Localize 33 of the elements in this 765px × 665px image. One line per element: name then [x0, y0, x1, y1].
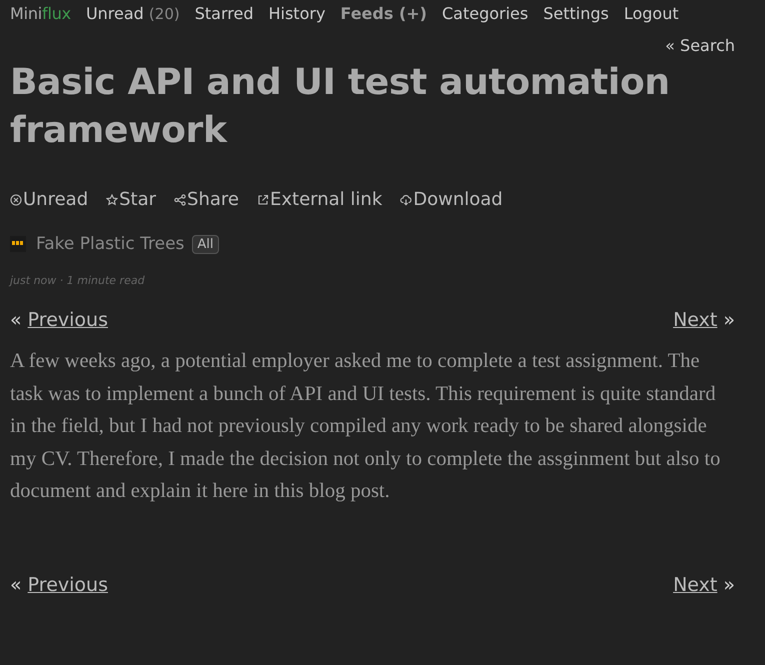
entry-action-link[interactable]: Unread: [10, 189, 88, 210]
nav-link[interactable]: Categories: [442, 4, 528, 22]
nav-link[interactable]: Logout: [624, 4, 679, 22]
next-link[interactable]: Next: [673, 574, 718, 596]
star-icon: [106, 194, 118, 206]
search-link[interactable]: « Search: [665, 36, 735, 55]
previous-link[interactable]: Previous: [28, 574, 108, 596]
entry-action-link[interactable]: External link: [257, 189, 382, 210]
nav-link[interactable]: History: [268, 4, 326, 22]
nav-link[interactable]: Feeds (+): [340, 4, 427, 22]
next-arrow: »: [723, 309, 735, 331]
feed-icon: [10, 236, 26, 252]
entry-action-link[interactable]: Download: [400, 189, 503, 210]
previous-arrow: «: [10, 309, 22, 331]
entry-action-link[interactable]: Star: [106, 189, 156, 210]
next-arrow: »: [723, 574, 735, 596]
share-icon: [174, 194, 186, 206]
next-link[interactable]: Next: [673, 309, 718, 331]
previous-arrow: «: [10, 574, 22, 596]
entry-title: Basic API and UI test automation framework: [10, 61, 671, 153]
entry-action-link[interactable]: Share: [174, 189, 239, 210]
nav-link[interactable]: Unread (20): [86, 4, 180, 22]
nav-link[interactable]: Starred: [194, 4, 254, 22]
nav-link[interactable]: Settings: [543, 4, 609, 22]
external-link-icon: [257, 194, 269, 206]
category-tag[interactable]: All: [192, 234, 219, 254]
app-logo[interactable]: Miniflux: [10, 4, 71, 22]
entry-meta: just now · 1 minute read: [10, 274, 146, 287]
previous-link[interactable]: Previous: [28, 309, 108, 331]
entry-content: A few weeks ago, a potential employer asked me to complete a test assignment. The task was to implement a bunch of API and UI tests. This requirement is quite standard in the field, but I had not previously compiled any work ready to be shared alongside my CV. Therefore, I made the decision not only to complete the assginment but also to document and explain it here in this blog post.: [10, 349, 722, 504]
cloud-download-icon: [400, 194, 412, 206]
circle-x-icon: [10, 194, 22, 206]
feed-name-link[interactable]: Fake Plastic Trees: [36, 234, 184, 254]
